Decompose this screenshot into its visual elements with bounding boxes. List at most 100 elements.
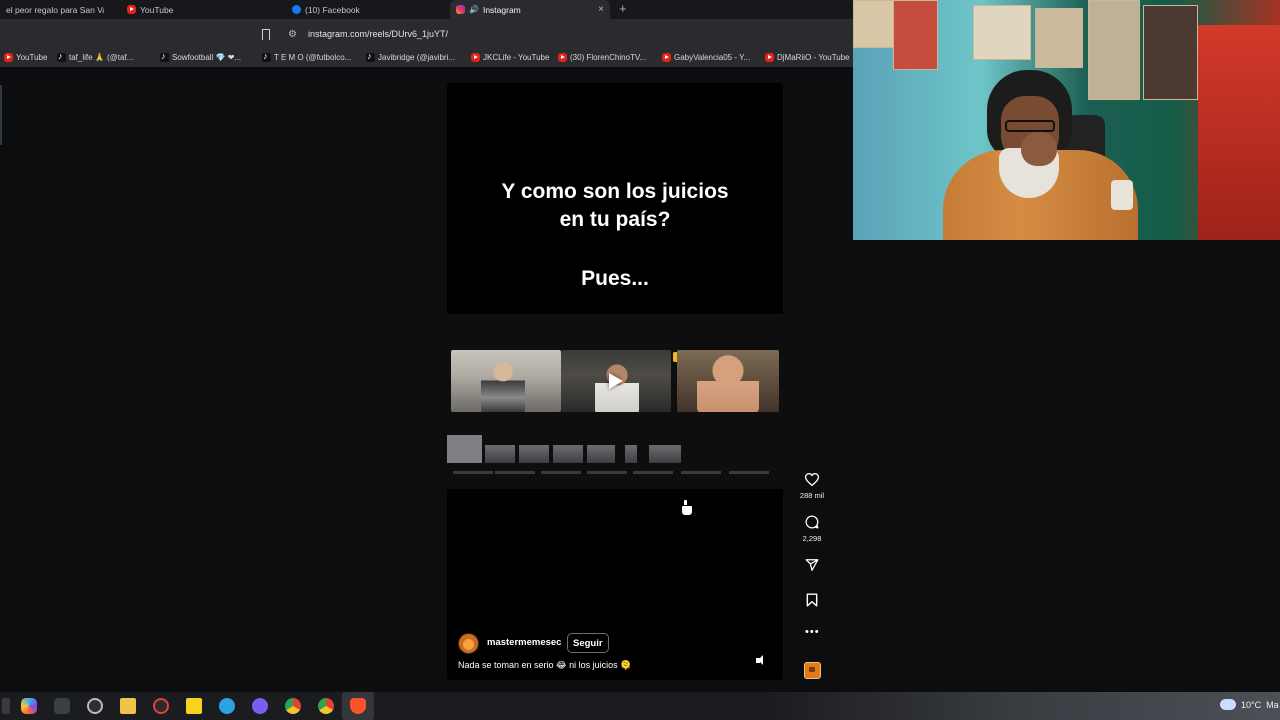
tab-instagram[interactable]: 🔊 Instagram ×	[450, 0, 610, 19]
bookmark-item[interactable]: T E M O (@futbolco...	[262, 51, 352, 62]
tiktok-icon	[262, 51, 271, 62]
more-icon: •••	[805, 626, 820, 638]
youtube-icon	[765, 53, 774, 62]
bookmark-label: (30) FlorenChinoTV...	[570, 53, 647, 62]
youtube-icon	[471, 53, 480, 62]
comment-icon	[805, 515, 819, 529]
scrollbar[interactable]	[0, 85, 2, 145]
sticky-notes-icon[interactable]	[186, 698, 202, 714]
bookmark-item[interactable]: DjMaRiiO - YouTube	[765, 53, 850, 62]
share-button[interactable]	[796, 558, 828, 578]
bookmark-label: taf_life 🙏 (@taf...	[69, 53, 134, 62]
participant-thumb	[519, 445, 549, 463]
tiktok-icon	[366, 51, 375, 62]
heart-icon	[805, 473, 819, 486]
avatar[interactable]	[458, 633, 479, 654]
participant-thumb	[587, 445, 615, 463]
obs-icon[interactable]	[87, 698, 103, 714]
more-options-button[interactable]: •••	[796, 626, 828, 642]
participant-thumb	[485, 445, 515, 463]
new-tab-button[interactable]: +	[619, 1, 627, 16]
weather-extra: Ma	[1266, 699, 1279, 710]
tiktok-icon	[57, 51, 66, 62]
audio-track-thumbnail[interactable]	[804, 662, 821, 679]
chrome-icon[interactable]	[318, 698, 334, 714]
participant-strip	[447, 435, 783, 491]
like-count: 288 mil	[799, 491, 825, 500]
save-button[interactable]	[796, 593, 828, 613]
participant-thumb	[649, 445, 681, 463]
copilot-icon[interactable]	[21, 698, 37, 714]
address-bar: ⚙ instagram.com/reels/DUrv6_1juYT/	[0, 19, 853, 50]
bookmark-icon[interactable]	[262, 29, 270, 44]
video-call-participant	[451, 350, 561, 412]
like-button[interactable]	[796, 470, 828, 490]
facebook-icon	[292, 5, 301, 14]
youtube-icon	[558, 53, 567, 62]
reel-text-line: Y como son los juicios	[501, 180, 729, 203]
brave-icon[interactable]	[350, 698, 366, 714]
hand-cursor-icon	[681, 499, 693, 516]
discord-icon[interactable]	[252, 698, 268, 714]
tab-label: YouTube	[140, 4, 174, 15]
reel-overlay-text: Y como son los juicios en tu país?	[447, 178, 783, 234]
bookmarks-bar: YouTube taf_life 🙏 (@taf... Sowfootball …	[0, 50, 853, 67]
instagram-icon	[456, 5, 465, 14]
weather-widget[interactable]: 10°C Ma	[1220, 695, 1279, 710]
youtube-icon	[127, 5, 136, 14]
bookmark-label: GabyValencia05 - Y...	[674, 53, 751, 62]
telegram-icon[interactable]	[219, 698, 235, 714]
bookmark-item[interactable]: (30) FlorenChinoTV...	[558, 53, 646, 62]
tab-label: el peor regalo para San Valentín	[6, 4, 104, 15]
speaker-icon: 🔊	[469, 5, 479, 14]
screen: el peor regalo para San Valentín YouTube…	[0, 0, 1280, 720]
bookmark-item[interactable]: GabyValencia05 - Y...	[662, 53, 750, 62]
close-tab-icon[interactable]: ×	[598, 4, 604, 15]
temperature: 10°C	[1241, 699, 1262, 710]
start-icon[interactable]	[2, 698, 10, 714]
bookmark-label: YouTube	[16, 53, 48, 62]
comment-button[interactable]	[796, 515, 828, 535]
bookmark-item[interactable]: Javibridge (@javibri...	[366, 51, 456, 62]
participant-thumb	[447, 435, 482, 463]
bookmark-item[interactable]: Sowfootball 💎 ❤...	[160, 51, 241, 62]
participant-thumb	[553, 445, 583, 463]
tab-label: (10) Facebook	[305, 4, 360, 15]
reel-video[interactable]: Y como son los juicios en tu país? Pues.…	[447, 83, 783, 680]
folder-icon[interactable]	[120, 698, 136, 714]
bookmark-item[interactable]: taf_life 🙏 (@taf...	[57, 51, 134, 62]
video-call-participant	[677, 350, 779, 412]
bookmark-item[interactable]: JKCLife - YouTube	[471, 53, 549, 62]
tab-san-valentin[interactable]: el peor regalo para San Valentín	[0, 0, 110, 19]
follow-button[interactable]: Seguir	[567, 633, 609, 653]
participant-thumb	[625, 445, 637, 463]
bookmark-label: Javibridge (@javibri...	[378, 53, 456, 62]
site-settings-icon[interactable]: ⚙	[288, 29, 297, 40]
play-icon[interactable]	[609, 373, 623, 389]
cloud-icon	[1220, 695, 1236, 710]
volume-icon[interactable]	[755, 655, 769, 667]
bookmark-label: T E M O (@futbolco...	[274, 53, 352, 62]
youtube-icon	[4, 53, 13, 62]
bookmark-label: DjMaRiiO - YouTube	[777, 53, 850, 62]
tab-label: Instagram	[482, 4, 521, 15]
bookmark-label: JKCLife - YouTube	[483, 53, 550, 62]
bookmark-save-icon	[806, 593, 818, 607]
webcam-overlay	[853, 0, 1280, 240]
chrome-icon[interactable]	[285, 698, 301, 714]
tiktok-icon	[160, 51, 169, 62]
clock-app-icon[interactable]	[153, 698, 169, 714]
reel-text-line: en tu país?	[559, 208, 671, 231]
tab-facebook[interactable]: (10) Facebook	[286, 0, 446, 19]
comment-count: 2,298	[802, 534, 822, 543]
url-input[interactable]: instagram.com/reels/DUrv6_1juYT/	[308, 29, 448, 39]
reel-caption: Nada se toman en serio 😂 ni los juicios …	[458, 660, 632, 670]
terminal-icon[interactable]	[54, 698, 70, 714]
bookmark-item[interactable]: YouTube	[4, 53, 47, 62]
tab-youtube[interactable]: YouTube	[121, 0, 281, 19]
share-icon	[805, 558, 819, 572]
username-link[interactable]: mastermemesec	[487, 637, 561, 648]
reel-overlay-text: Pues...	[581, 267, 649, 290]
youtube-icon	[662, 53, 671, 62]
browser-tab-bar: el peor regalo para San Valentín YouTube…	[0, 0, 853, 19]
